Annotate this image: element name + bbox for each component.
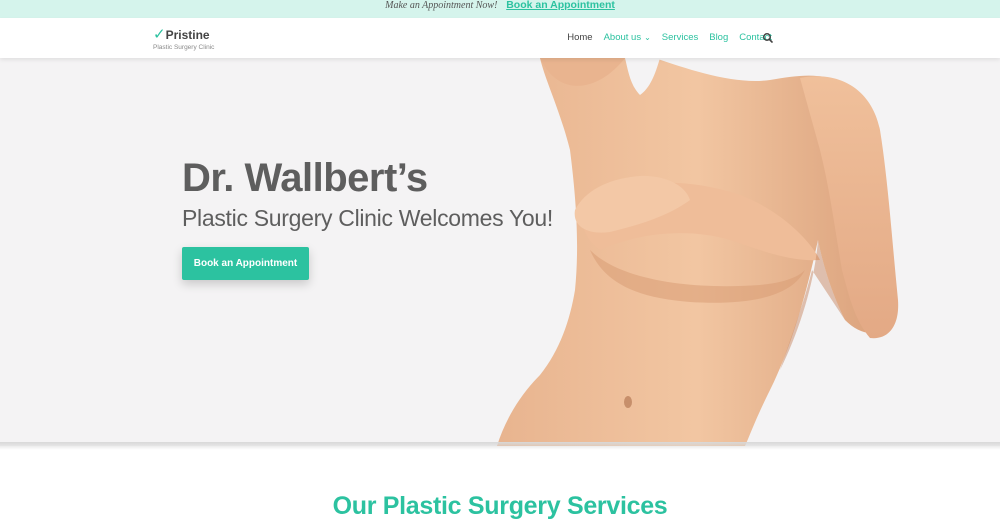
announcement-message: Make an Appointment Now!: [385, 0, 498, 11]
logo-name: Pristine: [165, 28, 210, 42]
main-nav: Home About us ⌄ Services Blog Contact: [567, 31, 772, 45]
logo-tagline: Plastic Surgery Clinic: [153, 44, 215, 51]
nav-item-about-us[interactable]: About us ⌄: [604, 31, 651, 45]
announcement-bar: Make an Appointment Now! Book an Appoint…: [0, 0, 1000, 18]
hero-subtitle: Plastic Surgery Clinic Welcomes You!: [182, 205, 553, 231]
nav-item-home[interactable]: Home: [567, 31, 592, 45]
chevron-down-icon: ⌄: [644, 33, 651, 42]
nav-item-about-us-label: About us: [603, 32, 642, 43]
hero-book-appointment-button[interactable]: Book an Appointment: [182, 247, 309, 280]
nav-item-blog[interactable]: Blog: [709, 31, 728, 45]
site-logo[interactable]: ✓Pristine Plastic Surgery Clinic: [153, 26, 214, 51]
checkmark-icon: ✓: [153, 26, 166, 43]
hero-model-image: [497, 58, 899, 446]
hero-title: Dr. Wallbert’s: [182, 156, 428, 200]
search-icon[interactable]: [762, 32, 774, 44]
site-header: ✓Pristine Plastic Surgery Clinic Home Ab…: [0, 18, 1000, 58]
hero-divider: [0, 442, 1000, 450]
book-appointment-link[interactable]: Book an Appointment: [506, 0, 615, 11]
services-heading: Our Plastic Surgery Services: [332, 492, 668, 520]
nav-item-services[interactable]: Services: [662, 31, 698, 45]
hero-section: Dr. Wallbert’s Plastic Surgery Clinic We…: [0, 58, 1000, 446]
